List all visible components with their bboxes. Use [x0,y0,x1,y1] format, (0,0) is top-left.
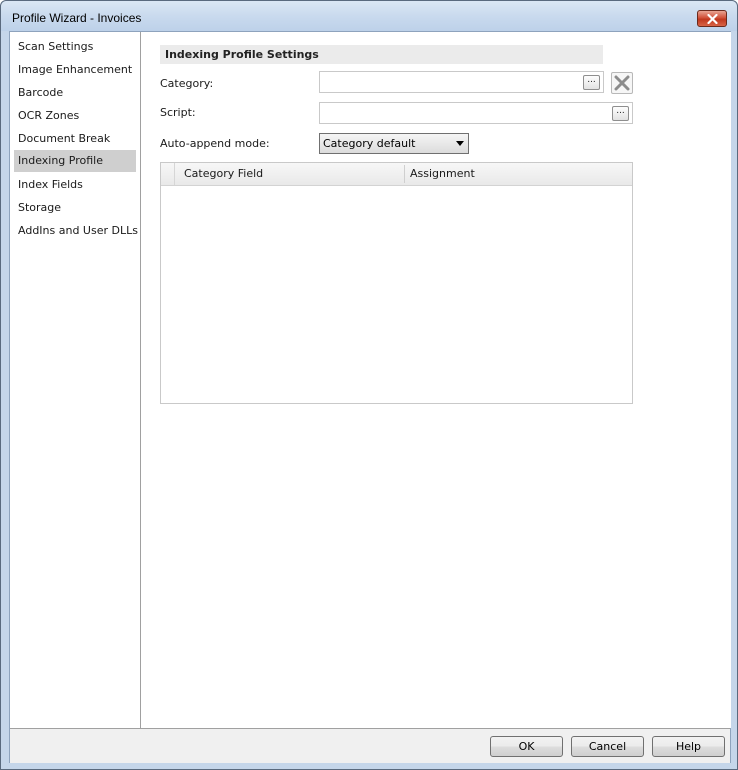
sidebar-item-addins-user-dlls[interactable]: AddIns and User DLLs [14,220,138,242]
category-field[interactable] [319,71,604,93]
help-button[interactable]: Help [652,736,725,757]
grid-row-header-corner [161,163,175,185]
auto-append-label: Auto-append mode: [160,137,270,150]
dialog-footer: OK Cancel Help [10,728,730,763]
column-header-category-field[interactable]: Category Field [184,163,263,185]
script-browse-button[interactable]: ... [612,106,629,121]
dialog-client-area: Scan Settings Image Enhancement Barcode … [9,31,731,763]
script-label: Script: [160,106,196,119]
settings-panel: Indexing Profile Settings Category: ... … [141,32,731,728]
category-clear-button[interactable] [611,72,633,94]
window-title: Profile Wizard - Invoices [12,11,142,25]
ok-button[interactable]: OK [490,736,563,757]
title-bar[interactable]: Profile Wizard - Invoices [1,1,737,31]
sidebar-item-indexing-profile[interactable]: Indexing Profile [14,150,136,172]
script-field[interactable] [319,102,633,124]
column-header-assignment[interactable]: Assignment [410,163,475,185]
close-button[interactable] [697,10,727,27]
cancel-button[interactable]: Cancel [571,736,644,757]
wizard-sidebar: Scan Settings Image Enhancement Barcode … [10,32,141,728]
sidebar-item-image-enhancement[interactable]: Image Enhancement [14,59,136,81]
category-field-grid[interactable]: Category Field Assignment [160,162,633,404]
sidebar-item-document-break[interactable]: Document Break [14,128,136,150]
dropdown-arrow-icon [456,141,464,146]
sidebar-item-scan-settings[interactable]: Scan Settings [14,36,136,58]
grid-header: Category Field Assignment [161,163,632,186]
sidebar-item-storage[interactable]: Storage [14,197,136,219]
profile-wizard-window: Profile Wizard - Invoices Scan Settings … [0,0,738,770]
clear-x-icon [614,75,630,91]
sidebar-item-index-fields[interactable]: Index Fields [14,174,136,196]
sidebar-item-ocr-zones[interactable]: OCR Zones [14,105,136,127]
close-icon [707,14,718,24]
category-label: Category: [160,77,214,90]
category-browse-button[interactable]: ... [583,75,600,90]
column-separator[interactable] [404,165,405,183]
auto-append-select[interactable]: Category default [319,133,469,154]
section-title: Indexing Profile Settings [160,45,603,64]
sidebar-item-barcode[interactable]: Barcode [14,82,136,104]
auto-append-value: Category default [323,137,416,150]
